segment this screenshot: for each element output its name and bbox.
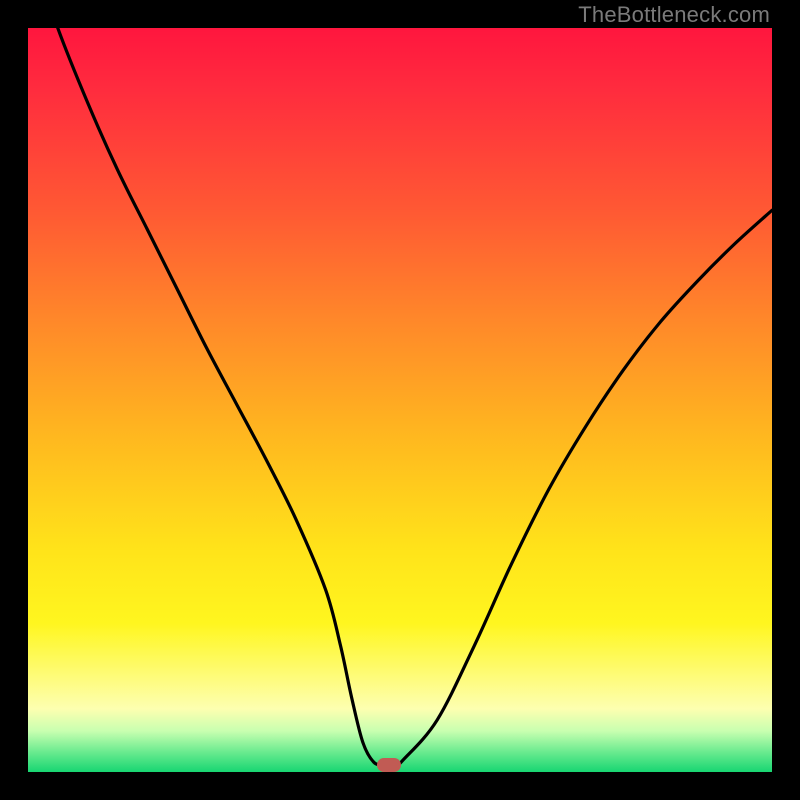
bottleneck-curve [28,28,772,772]
curve-path [28,28,772,765]
watermark-text: TheBottleneck.com [578,2,770,28]
chart-frame: TheBottleneck.com [0,0,800,800]
plot-area [28,28,772,772]
optimum-marker [377,758,401,772]
